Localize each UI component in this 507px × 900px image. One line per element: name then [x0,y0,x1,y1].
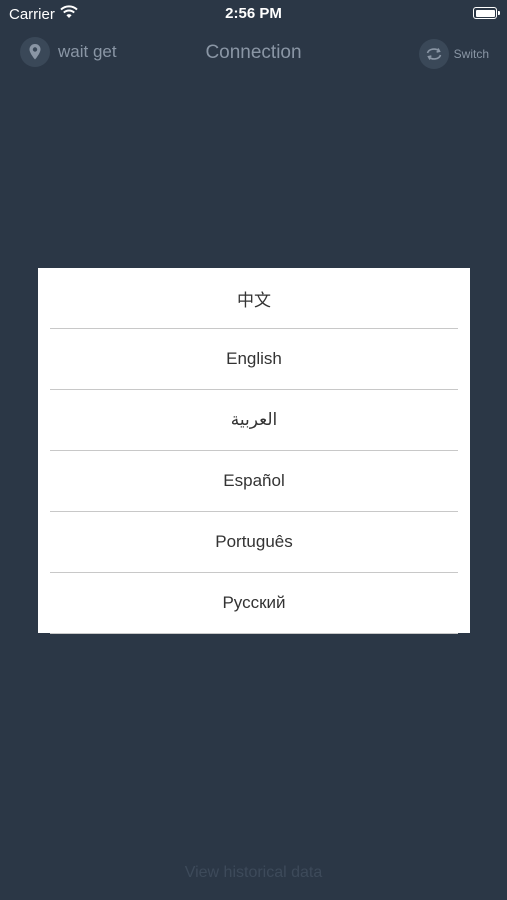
status-time: 2:56 PM [225,5,282,22]
switch-label: Switch [453,47,489,61]
view-history-link[interactable]: View historical data [0,864,507,882]
language-option-russian[interactable]: Русский [50,573,458,634]
header-bar: wait get Connection Switch [0,34,507,74]
language-option-english[interactable]: English [50,329,458,390]
switch-icon [418,39,449,69]
language-option-portuguese[interactable]: Português [50,512,458,573]
language-option-chinese[interactable]: 中文 [50,268,458,329]
battery-icon [473,7,500,19]
switch-button[interactable]: Switch [418,39,489,69]
status-bar: Carrier 2:56 PM [0,0,507,28]
language-option-spanish[interactable]: Español [50,451,458,512]
language-option-arabic[interactable]: العربية [50,390,458,451]
language-picker-modal: 中文 English العربية Español Português Рус… [38,268,470,634]
